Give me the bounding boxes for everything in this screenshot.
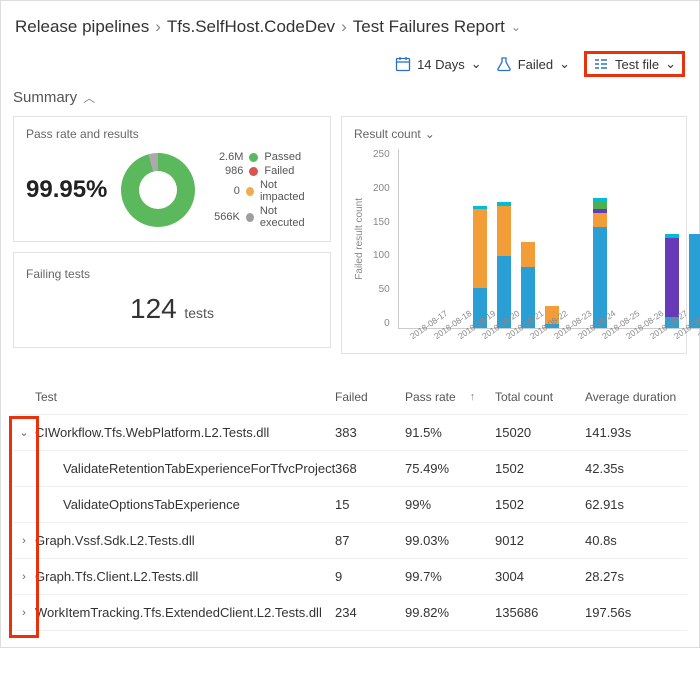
col-avg[interactable]: Average duration: [585, 390, 685, 404]
total-count: 1502: [495, 497, 585, 512]
chart-title[interactable]: Result count ⌄: [354, 127, 674, 141]
legend-dot: [246, 187, 254, 196]
test-name: Graph.Tfs.Client.L2.Tests.dll: [35, 569, 335, 584]
failed-count: 368: [335, 461, 405, 476]
avg-duration: 141.93s: [585, 425, 685, 440]
filter-date-range[interactable]: 14 Days ⌄: [395, 56, 482, 72]
avg-duration: 62.91s: [585, 497, 685, 512]
failed-count: 15: [335, 497, 405, 512]
avg-duration: 197.56s: [585, 605, 685, 620]
test-name: CIWorkflow.Tfs.WebPlatform.L2.Tests.dll: [35, 425, 335, 440]
legend-dot: [249, 153, 258, 162]
breadcrumb: Release pipelines › Tfs.SelfHost.CodeDev…: [15, 17, 687, 37]
total-count: 15020: [495, 425, 585, 440]
total-count: 3004: [495, 569, 585, 584]
col-test[interactable]: Test: [35, 390, 335, 404]
failed-count: 383: [335, 425, 405, 440]
pass-rate: 99.7%: [405, 569, 495, 584]
total-count: 135686: [495, 605, 585, 620]
failing-tests-card: Failing tests 124 tests: [13, 252, 331, 348]
col-failed[interactable]: Failed: [335, 390, 405, 404]
legend-row: 566KNot executed: [209, 205, 318, 229]
breadcrumb-root[interactable]: Release pipelines: [15, 17, 149, 37]
bar[interactable]: [593, 198, 607, 328]
chart-ylabel: Failed result count: [354, 198, 365, 280]
table-row[interactable]: ⌄ CIWorkflow.Tfs.WebPlatform.L2.Tests.dl…: [13, 415, 687, 451]
pass-rate: 91.5%: [405, 425, 495, 440]
pass-rate: 75.49%: [405, 461, 495, 476]
pass-rate-donut: [121, 153, 195, 227]
test-name: ValidateOptionsTabExperience: [35, 497, 335, 512]
legend-row: 2.6MPassed: [209, 151, 318, 163]
pass-rate-value: 99.95%: [26, 176, 107, 204]
table-row[interactable]: › Graph.Tfs.Client.L2.Tests.dll 9 99.7% …: [13, 559, 687, 595]
chevron-down-icon: ⌄: [471, 56, 482, 72]
card-title: Pass rate and results: [26, 127, 318, 141]
bar[interactable]: [473, 206, 487, 328]
legend-dot: [249, 167, 258, 176]
total-count: 9012: [495, 533, 585, 548]
result-count-chart: Result count ⌄ Failed result count 25020…: [341, 116, 687, 354]
chevron-down-icon: ⌄: [425, 127, 435, 141]
avg-duration: 42.35s: [585, 461, 685, 476]
chevron-down-icon: ⌄: [665, 56, 676, 72]
flask-icon: [496, 56, 512, 72]
chevron-down-icon[interactable]: ⌄: [511, 20, 521, 34]
highlight-expand-column: [9, 416, 39, 638]
failing-unit: tests: [184, 305, 214, 321]
filter-group-by[interactable]: Test file ⌄: [584, 51, 685, 77]
filter-outcome[interactable]: Failed ⌄: [496, 56, 570, 72]
chevron-right-icon: ›: [341, 17, 347, 37]
legend: 2.6MPassed 986Failed 0Not impacted566KNot …: [209, 149, 318, 231]
failed-count: 87: [335, 533, 405, 548]
chevron-up-icon: ︿: [83, 89, 95, 106]
summary-header[interactable]: Summary ︿: [13, 89, 687, 106]
pass-rate: 99%: [405, 497, 495, 512]
pass-rate: 99.82%: [405, 605, 495, 620]
legend-dot: [246, 213, 254, 222]
col-passrate[interactable]: Pass rate↑: [405, 390, 495, 404]
calendar-icon: [395, 56, 411, 72]
breadcrumb-current[interactable]: Test Failures Report: [353, 17, 505, 37]
chart-xaxis: 2018-08-172018-08-182018-08-192018-08-20…: [404, 333, 674, 343]
breadcrumb-pipeline[interactable]: Tfs.SelfHost.CodeDev: [167, 17, 335, 37]
card-title: Failing tests: [26, 267, 318, 281]
legend-row: 986Failed: [209, 165, 318, 177]
table-row[interactable]: › WorkItemTracking.Tfs.ExtendedClient.L2…: [13, 595, 687, 631]
test-name: Graph.Vssf.Sdk.L2.Tests.dll: [35, 533, 335, 548]
failed-count: 234: [335, 605, 405, 620]
failing-count: 124: [130, 293, 177, 324]
chart-yaxis: 250200150100500: [373, 149, 390, 329]
chart-bars: [398, 149, 700, 329]
table-row[interactable]: ValidateOptionsTabExperience 15 99% 1502…: [13, 487, 687, 523]
test-name: WorkItemTracking.Tfs.ExtendedClient.L2.T…: [35, 605, 335, 620]
avg-duration: 40.8s: [585, 533, 685, 548]
test-name: ValidateRetentionTabExperienceForTfvcPro…: [35, 461, 335, 476]
failed-count: 9: [335, 569, 405, 584]
pass-rate-card: Pass rate and results 99.95% 2.6MPassed 9…: [13, 116, 331, 242]
avg-duration: 28.27s: [585, 569, 685, 584]
legend-row: 0Not impacted: [209, 179, 318, 203]
bar[interactable]: [497, 202, 511, 328]
chevron-down-icon: ⌄: [559, 56, 570, 72]
total-count: 1502: [495, 461, 585, 476]
sort-asc-icon: ↑: [470, 391, 476, 403]
table-header: Test Failed Pass rate↑ Total count Avera…: [13, 380, 687, 415]
table-row[interactable]: ValidateRetentionTabExperienceForTfvcPro…: [13, 451, 687, 487]
col-total[interactable]: Total count: [495, 390, 585, 404]
group-icon: [593, 56, 609, 72]
pass-rate: 99.03%: [405, 533, 495, 548]
chevron-right-icon: ›: [155, 17, 161, 37]
table-row[interactable]: › Graph.Vssf.Sdk.L2.Tests.dll 87 99.03% …: [13, 523, 687, 559]
